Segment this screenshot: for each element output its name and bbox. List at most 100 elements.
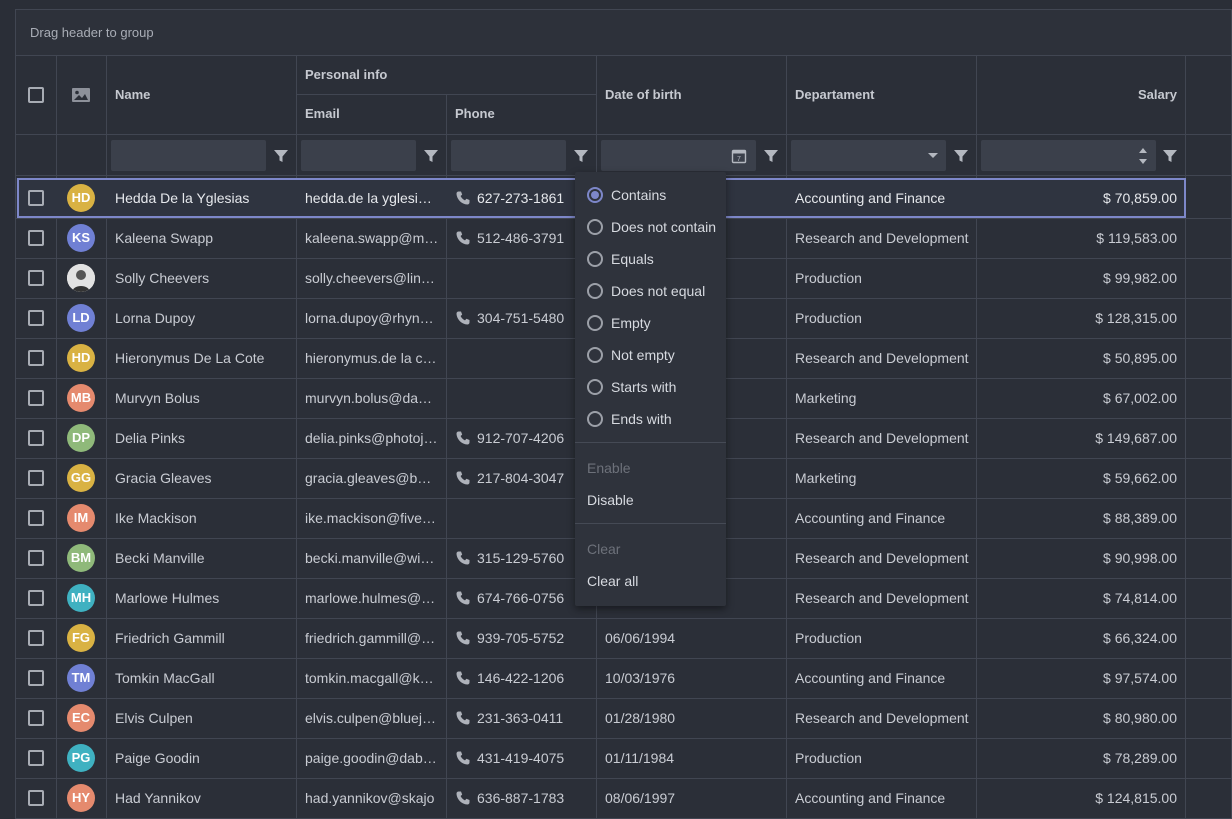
clear-all-menu-item[interactable]: Clear all [575,565,726,597]
phone-filter-icon[interactable] [573,148,589,164]
radio-button[interactable] [587,187,603,203]
phone-icon [455,710,471,726]
table-row[interactable]: HY Had Yannikov had.yannikov@skajo 636-887-… [16,778,1186,818]
radio-button[interactable] [587,315,603,331]
row-checkbox[interactable] [28,270,44,286]
filter-operations-menu: Contains Does not contain Equals Does not e… [575,172,726,606]
row-checkbox[interactable] [28,430,44,446]
radio-button[interactable] [587,347,603,363]
calendar-icon[interactable]: 7 [731,148,747,164]
department-cell: Research and Development [795,550,969,566]
name-cell: Murvyn Bolus [115,390,200,406]
radio-button[interactable] [587,283,603,299]
phone-filter-input[interactable] [451,140,566,171]
phone-cell: 431-419-4075 [477,750,565,766]
date-filter-icon[interactable] [763,148,779,164]
header-department[interactable]: Departament [795,87,874,102]
department-cell: Production [795,310,862,326]
email-cell: hieronymus.de la cote@ [305,350,439,366]
phone-icon [455,790,471,806]
table-row[interactable]: EC Elvis Culpen elvis.culpen@bluejam 231-36… [16,698,1186,738]
radio-button[interactable] [587,219,603,235]
radio-button[interactable] [587,411,603,427]
row-checkbox[interactable] [28,230,44,246]
table-row[interactable]: TM Tomkin MacGall tomkin.macgall@kayveo 146… [16,658,1186,698]
avatar: IM [67,504,95,532]
header-phone[interactable]: Phone [455,106,495,121]
filter-option-does-not-contain[interactable]: Does not contain [575,211,726,243]
email-filter-icon[interactable] [423,148,439,164]
table-row[interactable]: FG Friedrich Gammill friedrich.gammill@ear… [16,618,1186,658]
phone-icon [455,190,471,206]
row-checkbox[interactable] [28,790,44,806]
filter-option-label: Does not equal [611,283,706,299]
phone-icon [455,670,471,686]
phone-icon [455,430,471,446]
dob-cell: 08/06/1997 [605,790,676,806]
email-cell: kaleena.swapp@mail.ru [305,230,439,246]
filter-option-starts-with[interactable]: Starts with [575,371,726,403]
avatar: TM [67,664,95,692]
name-cell: Tomkin MacGall [115,670,215,686]
radio-button[interactable] [587,379,603,395]
header-salary[interactable]: Salary [985,87,1177,102]
email-cell: solly.cheevers@linkedin [305,270,439,286]
row-checkbox[interactable] [28,190,44,206]
radio-button[interactable] [587,251,603,267]
row-checkbox[interactable] [28,710,44,726]
filter-option-label: Not empty [611,347,675,363]
department-cell: Research and Development [795,230,969,246]
header-personal-info: Personal info [305,67,388,82]
row-checkbox[interactable] [28,670,44,686]
row-checkbox[interactable] [28,590,44,606]
filter-option-label: Empty [611,315,651,331]
filter-option-empty[interactable]: Empty [575,307,726,339]
row-checkbox[interactable] [28,550,44,566]
row-checkbox[interactable] [28,390,44,406]
phone-cell: 939-705-5752 [477,630,565,646]
row-checkbox[interactable] [28,510,44,526]
filter-option-label: Contains [611,187,667,203]
salary-filter-icon[interactable] [1162,148,1178,164]
group-panel-hint: Drag header to group [30,25,154,40]
row-checkbox[interactable] [28,350,44,366]
enable-menu-item[interactable]: Enable [575,452,726,484]
name-filter-icon[interactable] [273,148,289,164]
spin-buttons-icon[interactable] [1137,144,1149,168]
filter-option-does-not-equal[interactable]: Does not equal [575,275,726,307]
email-filter-input[interactable] [301,140,416,171]
row-checkbox[interactable] [28,310,44,326]
row-checkbox[interactable] [28,750,44,766]
table-row[interactable]: PG Paige Goodin paige.goodin@dabfeed 431-41… [16,738,1186,778]
select-all-checkbox[interactable] [28,87,44,103]
filter-option-ends-with[interactable]: Ends with [575,403,726,435]
salary-cell: $ 128,315.00 [1095,310,1177,326]
name-cell: Solly Cheevers [115,270,210,286]
clear-menu-item[interactable]: Clear [575,533,726,565]
department-filter-icon[interactable] [953,148,969,164]
department-cell: Marketing [795,470,857,486]
phone-cell: 636-887-1783 [477,790,565,806]
chevron-down-icon[interactable] [927,152,939,160]
department-filter-select[interactable] [791,140,946,171]
filter-option-not-empty[interactable]: Not empty [575,339,726,371]
header-date-of-birth[interactable]: Date of birth [605,87,682,102]
salary-filter-input[interactable] [981,140,1156,171]
filter-option-equals[interactable]: Equals [575,243,726,275]
row-checkbox[interactable] [28,630,44,646]
department-cell: Accounting and Finance [795,510,946,526]
email-cell: elvis.culpen@bluejam [305,710,439,726]
group-panel[interactable]: Drag header to group [16,10,1231,56]
row-checkbox[interactable] [28,470,44,486]
department-cell: Research and Development [795,590,969,606]
filter-option-contains[interactable]: Contains [575,179,726,211]
salary-cell: $ 90,998.00 [1103,550,1177,566]
header-email[interactable]: Email [305,106,340,121]
name-filter-input[interactable] [111,140,266,171]
header-name[interactable]: Name [115,87,150,102]
avatar: DP [67,424,95,452]
disable-menu-item[interactable]: Disable [575,484,726,516]
avatar: PG [67,744,95,772]
email-cell: friedrich.gammill@eare [305,630,439,646]
salary-cell: $ 80,980.00 [1103,710,1177,726]
